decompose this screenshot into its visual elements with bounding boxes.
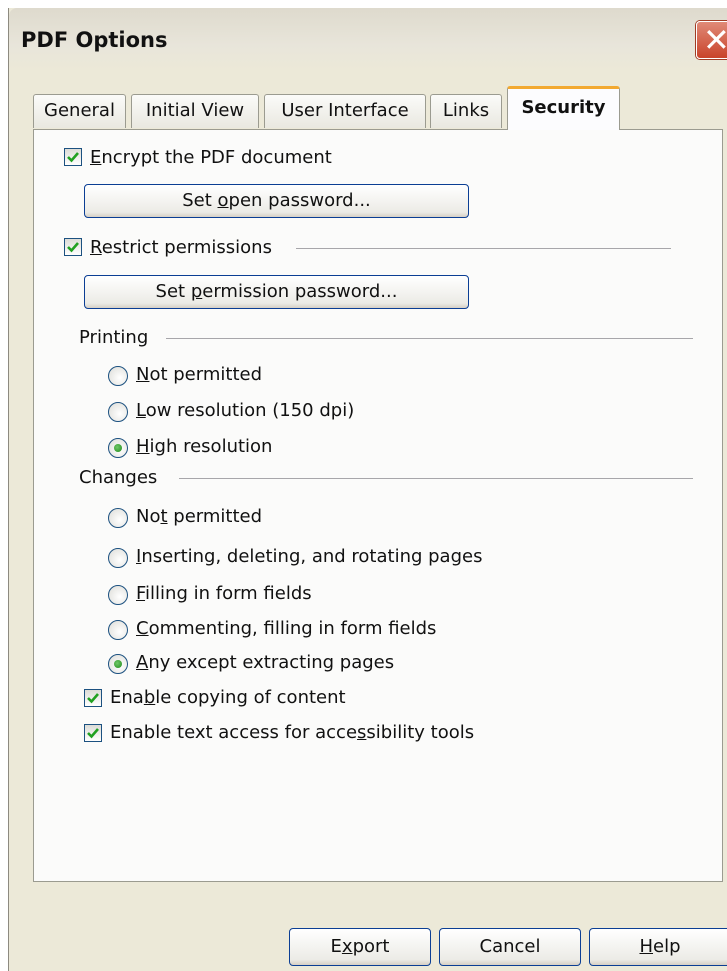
printing-not-permitted-label[interactable]: Not permitted: [136, 364, 262, 385]
changes-any-except-radio[interactable]: [108, 654, 128, 674]
title-bar: PDF Options ✕: [9, 8, 727, 70]
export-button[interactable]: Export: [289, 928, 431, 966]
tab-user-interface[interactable]: User Interface: [264, 94, 426, 128]
changes-inserting-label[interactable]: Inserting, deleting, and rotating pages: [136, 546, 482, 567]
close-icon: ✕: [703, 21, 727, 59]
changes-not-permitted-radio[interactable]: [108, 508, 128, 528]
checkmark-icon: [67, 242, 79, 253]
checkmark-icon: [67, 152, 79, 163]
tab-general[interactable]: General: [33, 94, 126, 128]
changes-not-permitted-label[interactable]: Not permitted: [136, 506, 262, 527]
close-button[interactable]: ✕: [696, 21, 727, 59]
pdf-options-dialog: PDF Options ✕ General Initial View User …: [8, 8, 727, 971]
cancel-button[interactable]: Cancel: [439, 928, 581, 966]
printing-low-resolution-label[interactable]: Low resolution (150 dpi): [136, 400, 354, 421]
changes-filling-radio[interactable]: [108, 585, 128, 605]
restrict-separator: [296, 248, 671, 249]
tab-security[interactable]: Security: [507, 86, 620, 130]
radio-selected-dot: [114, 660, 122, 668]
restrict-permissions-checkbox[interactable]: [64, 238, 82, 256]
checkmark-icon: [87, 728, 99, 739]
changes-separator: [179, 478, 693, 479]
changes-any-except-label[interactable]: Any except extracting pages: [136, 652, 394, 673]
changes-heading: Changes: [79, 467, 158, 488]
tab-links[interactable]: Links: [430, 94, 502, 128]
radio-selected-dot: [114, 444, 122, 452]
set-permission-password-button[interactable]: Set permission password...: [84, 275, 469, 309]
tab-initial-view[interactable]: Initial View: [131, 94, 259, 128]
changes-inserting-radio[interactable]: [108, 548, 128, 568]
restrict-permissions-label[interactable]: Restrict permissions: [90, 237, 272, 258]
changes-filling-label[interactable]: Filling in form fields: [136, 583, 312, 604]
printing-high-resolution-radio[interactable]: [108, 438, 128, 458]
enable-copying-label[interactable]: Enable copying of content: [110, 687, 346, 708]
enable-accessibility-label[interactable]: Enable text access for accessibility too…: [110, 722, 474, 743]
printing-heading: Printing: [79, 327, 149, 348]
checkmark-icon: [87, 693, 99, 704]
changes-commenting-radio[interactable]: [108, 620, 128, 640]
changes-commenting-label[interactable]: Commenting, filling in form fields: [136, 618, 436, 639]
set-open-password-button[interactable]: Set open password...: [84, 184, 469, 218]
encrypt-checkbox[interactable]: [64, 148, 82, 166]
printing-not-permitted-radio[interactable]: [108, 366, 128, 386]
enable-accessibility-checkbox[interactable]: [84, 724, 102, 742]
printing-low-resolution-radio[interactable]: [108, 402, 128, 422]
encrypt-label[interactable]: Encrypt the PDF document: [90, 147, 332, 168]
security-panel: Encrypt the PDF document Set open passwo…: [33, 129, 723, 882]
printing-separator: [166, 338, 693, 339]
enable-copying-checkbox[interactable]: [84, 689, 102, 707]
tab-bar: General Initial View User Interface Link…: [33, 86, 723, 130]
printing-high-resolution-label[interactable]: High resolution: [136, 436, 272, 457]
help-button[interactable]: Help: [589, 928, 727, 966]
dialog-title: PDF Options: [21, 28, 168, 52]
